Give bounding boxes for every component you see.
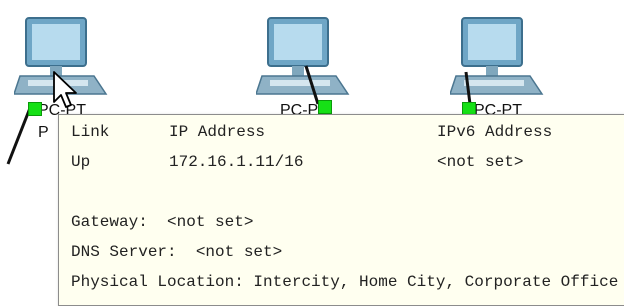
link-up-indicator <box>318 100 332 114</box>
cable-line <box>464 71 472 105</box>
dns-server-line: DNS Server: <not set> <box>71 243 283 261</box>
link-status-value: Up <box>71 153 91 171</box>
header-ipv6-address: IPv6 Address <box>437 123 553 141</box>
cable-line <box>6 107 32 165</box>
ipv6-address-value: <not set> <box>437 153 524 171</box>
header-ip-address: IP Address <box>169 123 266 141</box>
ip-address-value: 172.16.1.11/16 <box>169 153 304 171</box>
mouse-cursor-icon <box>53 71 77 108</box>
physical-location-line: Physical Location: Intercity, Home City,… <box>71 273 619 291</box>
partial-device-label: P <box>38 124 49 141</box>
cable-line <box>304 65 320 105</box>
device-info-tooltip: Link IP Address IPv6 Address Up 172.16.1… <box>58 114 624 306</box>
link-up-indicator <box>28 102 42 116</box>
header-link: Link <box>71 123 110 141</box>
gateway-line: Gateway: <not set> <box>71 213 254 231</box>
